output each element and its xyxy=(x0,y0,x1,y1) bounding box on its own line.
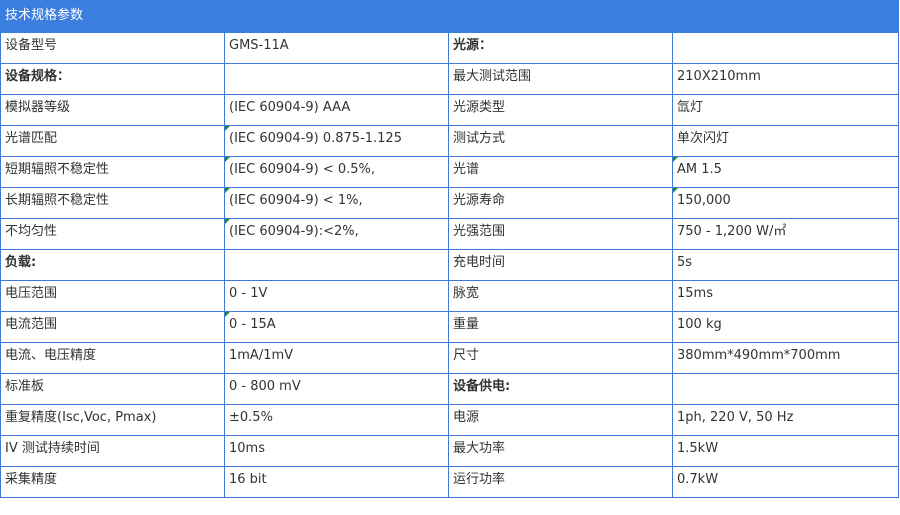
table-row: 光谱匹配 (IEC 60904-9) 0.875-1.125 测试方式 单次闪灯 xyxy=(0,125,900,157)
section-heading: 设备供电: xyxy=(448,373,673,405)
spec-label: 光源寿命 xyxy=(448,187,673,219)
spec-label: 光强范围 xyxy=(448,218,673,250)
spec-value: 单次闪灯 xyxy=(671,125,900,157)
spec-value: AM 1.5 xyxy=(671,156,900,188)
spec-label: 设备型号 xyxy=(0,32,225,64)
spec-value: (IEC 60904-9) 0.875-1.125 xyxy=(224,125,449,157)
spec-label: 不均匀性 xyxy=(0,218,225,250)
spec-label: 光谱匹配 xyxy=(0,125,225,157)
table-row: 长期辐照不稳定性 (IEC 60904-9) < 1%, 光源寿命 150,00… xyxy=(0,187,900,219)
table-title: 技术规格参数 xyxy=(0,0,900,33)
spec-label: 短期辐照不稳定性 xyxy=(0,156,225,188)
spec-label: 长期辐照不稳定性 xyxy=(0,187,225,219)
spec-value: 10ms xyxy=(224,435,449,467)
spec-label: 尺寸 xyxy=(448,342,673,374)
table-row: IV 测试持续时间 10ms 最大功率 1.5kW xyxy=(0,435,900,467)
spec-value: 5s xyxy=(671,249,900,281)
table-row: 短期辐照不稳定性 (IEC 60904-9) < 0.5%, 光谱 AM 1.5 xyxy=(0,156,900,188)
spec-label: 电流范围 xyxy=(0,311,225,343)
spec-label: 运行功率 xyxy=(448,466,673,498)
spec-value: 100 kg xyxy=(671,311,900,343)
table-title-row: 技术规格参数 xyxy=(0,0,900,33)
spec-label: 光源类型 xyxy=(448,94,673,126)
spec-value: 0 - 1V xyxy=(224,280,449,312)
spec-label: 光谱 xyxy=(448,156,673,188)
spec-label: 充电时间 xyxy=(448,249,673,281)
spec-value: GMS-11A xyxy=(224,32,449,64)
table-row: 采集精度 16 bit 运行功率 0.7kW xyxy=(0,466,900,498)
spec-label: 重量 xyxy=(448,311,673,343)
spec-label: 脉宽 xyxy=(448,280,673,312)
table-row: 标准板 0 - 800 mV 设备供电: xyxy=(0,373,900,405)
spec-value: (IEC 60904-9) < 1%, xyxy=(224,187,449,219)
spec-value: (IEC 60904-9) AAA xyxy=(224,94,449,126)
spec-value: 1.5kW xyxy=(671,435,900,467)
table-row: 电流、电压精度 1mA/1mV 尺寸 380mm*490mm*700mm xyxy=(0,342,900,374)
table-row: 模拟器等级 (IEC 60904-9) AAA 光源类型 氙灯 xyxy=(0,94,900,126)
spec-label: 标准板 xyxy=(0,373,225,405)
spec-value: 15ms xyxy=(671,280,900,312)
section-heading: 负载: xyxy=(0,249,225,281)
spec-value: (IEC 60904-9) < 0.5%, xyxy=(224,156,449,188)
spec-label: IV 测试持续时间 xyxy=(0,435,225,467)
table-row: 重复精度(Isc,Voc, Pmax) ±0.5% 电源 1ph, 220 V,… xyxy=(0,404,900,436)
spec-value: 0.7kW xyxy=(671,466,900,498)
spec-label: 重复精度(Isc,Voc, Pmax) xyxy=(0,404,225,436)
spec-value: 210X210mm xyxy=(671,63,900,95)
spec-value xyxy=(224,249,449,281)
spec-value xyxy=(671,373,900,405)
table-row: 电压范围 0 - 1V 脉宽 15ms xyxy=(0,280,900,312)
table-row: 负载: 充电时间 5s xyxy=(0,249,900,281)
spec-label: 模拟器等级 xyxy=(0,94,225,126)
spec-table: 技术规格参数 设备型号 GMS-11A 光源： 设备规格： 最大测试范围 210… xyxy=(0,0,900,498)
spec-value: 1ph, 220 V, 50 Hz xyxy=(671,404,900,436)
spec-value xyxy=(224,63,449,95)
spec-value: 380mm*490mm*700mm xyxy=(671,342,900,374)
spec-value: 750 - 1,200 W/㎡ xyxy=(671,218,900,250)
spec-value xyxy=(671,32,900,64)
spec-label: 电源 xyxy=(448,404,673,436)
section-heading: 设备规格： xyxy=(0,63,225,95)
spec-value: ±0.5% xyxy=(224,404,449,436)
section-heading: 光源： xyxy=(448,32,673,64)
spec-value: 1mA/1mV xyxy=(224,342,449,374)
table-row: 设备型号 GMS-11A 光源： xyxy=(0,32,900,64)
table-row: 不均匀性 (IEC 60904-9):<2%, 光强范围 750 - 1,200… xyxy=(0,218,900,250)
spec-value: 0 - 800 mV xyxy=(224,373,449,405)
spec-value: 0 - 15A xyxy=(224,311,449,343)
spec-value: 氙灯 xyxy=(671,94,900,126)
spec-label: 电压范围 xyxy=(0,280,225,312)
spec-value: 16 bit xyxy=(224,466,449,498)
spec-label: 采集精度 xyxy=(0,466,225,498)
spec-label: 测试方式 xyxy=(448,125,673,157)
spec-label: 电流、电压精度 xyxy=(0,342,225,374)
table-row: 设备规格： 最大测试范围 210X210mm xyxy=(0,63,900,95)
spec-label: 最大测试范围 xyxy=(448,63,673,95)
spec-label: 最大功率 xyxy=(448,435,673,467)
table-row: 电流范围 0 - 15A 重量 100 kg xyxy=(0,311,900,343)
spec-value: (IEC 60904-9):<2%, xyxy=(224,218,449,250)
spec-value: 150,000 xyxy=(671,187,900,219)
